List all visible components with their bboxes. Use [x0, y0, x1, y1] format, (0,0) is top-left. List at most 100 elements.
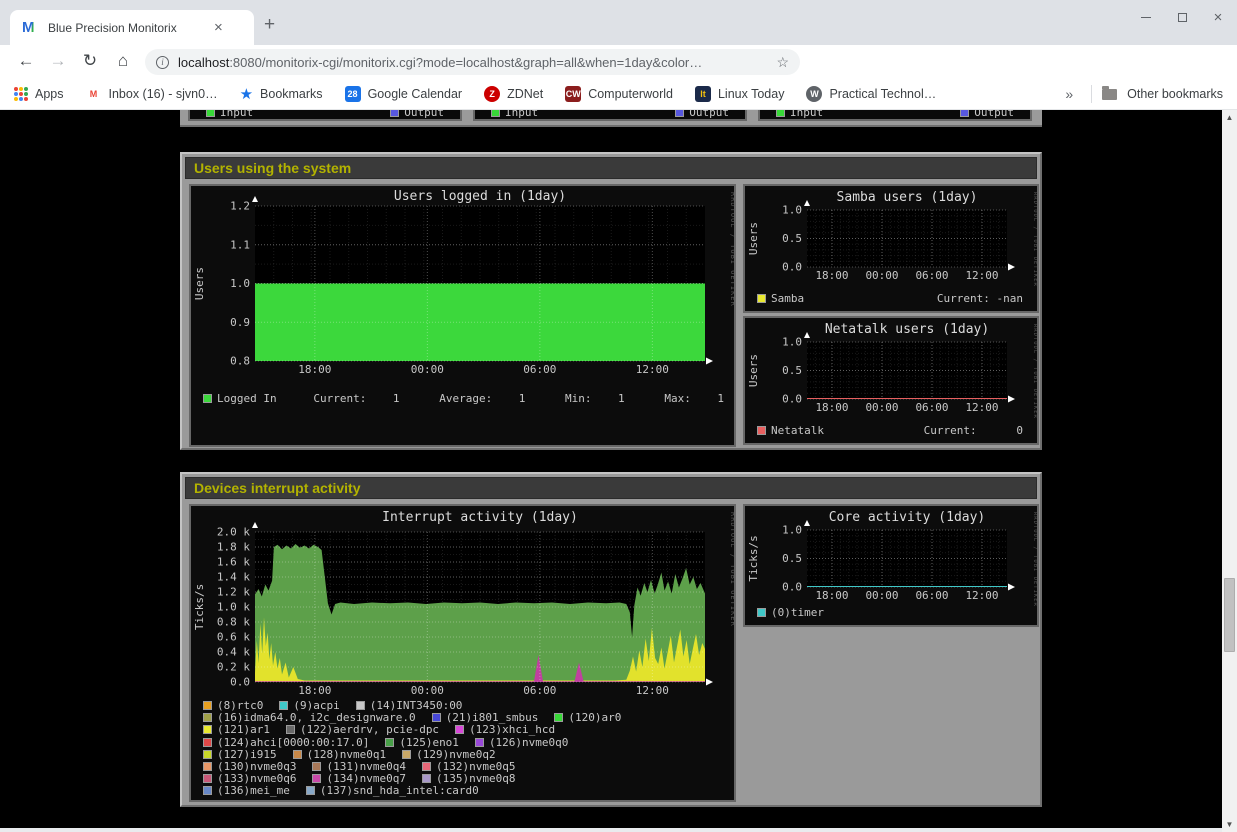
legend-swatch [390, 110, 399, 117]
bookmark-google-calendar[interactable]: 28Google Calendar [345, 86, 463, 102]
bookmark-zdnet-label: ZDNet [507, 87, 543, 101]
svg-text:00:00: 00:00 [411, 684, 444, 697]
legend-swatch [776, 110, 785, 117]
svg-text:18:00: 18:00 [815, 269, 848, 282]
bookmark-computerworld[interactable]: CWComputerworld [565, 86, 673, 102]
interrupt-legend-row: (121)ar1(122)aerdrv, pcie-dpc(123)xhci_h… [203, 724, 726, 736]
reload-button[interactable]: ↻ [77, 48, 103, 74]
legend-swatch [203, 750, 212, 759]
scrollbar-up-icon[interactable]: ▲ [1222, 110, 1237, 125]
legend-swatch [206, 110, 215, 117]
bookmark-apps-label: Apps [35, 87, 64, 101]
legend-item: (120)ar0 [554, 712, 621, 724]
svg-text:RRDTOOL / TOBI OETIKER: RRDTOOL / TOBI OETIKER [1032, 512, 1037, 606]
svg-text:Samba users (1day): Samba users (1day) [837, 190, 978, 205]
legend-swatch [306, 786, 315, 795]
interrupt-activity-graph[interactable]: 18:0000:0006:0012:002.0 k1.8 k1.6 k1.4 k… [189, 504, 736, 802]
interrupt-activity-chart: 18:0000:0006:0012:002.0 k1.8 k1.6 k1.4 k… [191, 506, 734, 698]
forward-button[interactable]: → [45, 48, 71, 74]
network-graph-cutoff-1[interactable]: InputOutput [188, 110, 462, 121]
users-logged-in-graph[interactable]: 18:0000:0006:0012:001.21.11.00.90.8Users… [189, 184, 736, 447]
browser-tab[interactable]: M Blue Precision Monitorix × [10, 10, 254, 45]
cutoff-legend: InputOutput [760, 110, 1030, 119]
bookmarks-overflow-icon[interactable]: » [1065, 86, 1073, 102]
svg-text:0.8: 0.8 [230, 355, 250, 368]
bookmark-star-icon[interactable]: ☆ [776, 54, 789, 71]
svg-text:1.0: 1.0 [782, 336, 802, 349]
network-graph-cutoff-2[interactable]: InputOutput [473, 110, 747, 121]
legend-item: (122)aerdrv, pcie-dpc [286, 724, 439, 736]
bookmark-bookmarks[interactable]: ★Bookmarks [240, 85, 323, 103]
legend-swatch [279, 701, 288, 710]
svg-text:0.0: 0.0 [782, 393, 802, 406]
svg-text:0.5: 0.5 [782, 364, 802, 377]
svg-text:Core activity (1day): Core activity (1day) [829, 510, 986, 525]
svg-text:00:00: 00:00 [411, 363, 444, 376]
legend-item: Netatalk [757, 424, 824, 437]
page-scrollbar[interactable]: ▲ ▼ [1222, 110, 1237, 832]
bookmark-practical-technology[interactable]: WPractical Technol… [806, 86, 936, 102]
cutoff-legend: InputOutput [190, 110, 460, 119]
samba-users-graph[interactable]: 18:0000:0006:0012:001.00.50.0Samba users… [743, 184, 1039, 313]
core-activity-graph[interactable]: 18:0000:0006:0012:001.00.50.0Core activi… [743, 504, 1039, 627]
bookmark-inbox[interactable]: MInbox (16) - sjvn0… [86, 86, 218, 102]
bookmark-practical-technology-label: Practical Technol… [829, 87, 936, 101]
bookmark-zdnet[interactable]: ZZDNet [484, 86, 543, 102]
maximize-button[interactable] [1171, 6, 1193, 28]
address-bar[interactable]: i localhost:8080/monitorix-cgi/monitorix… [145, 49, 800, 75]
svg-text:RRDTOOL / TOBI OETIKER: RRDTOOL / TOBI OETIKER [1032, 192, 1037, 286]
bookmarks-bar: Apps MInbox (16) - sjvn0… ★Bookmarks 28Goog… [0, 78, 1237, 110]
bookmark-apps[interactable]: Apps [14, 87, 64, 101]
section-users-title: Users using the system [185, 157, 1037, 179]
legend-swatch [286, 725, 295, 734]
interrupt-legend-row: (124)ahci[0000:00:17.0](125)eno1(126)nvm… [203, 737, 726, 749]
folder-icon [1102, 89, 1117, 100]
svg-text:06:00: 06:00 [915, 589, 948, 602]
scrollbar-thumb[interactable] [1224, 578, 1235, 652]
new-tab-button[interactable]: + [264, 14, 275, 36]
bookmark-bookmarks-label: Bookmarks [260, 87, 323, 101]
legend-swatch [422, 774, 431, 783]
svg-text:Users: Users [747, 354, 760, 387]
svg-text:1.0: 1.0 [782, 524, 802, 537]
site-info-icon[interactable]: i [156, 56, 169, 69]
svg-text:1.2: 1.2 [230, 200, 250, 213]
legend-item: (0)timer [757, 606, 824, 619]
legend-swatch [203, 394, 212, 403]
browser-window: M Blue Precision Monitorix × + × ← → ↻ ⌂… [0, 0, 1237, 832]
scrollbar-down-icon[interactable]: ▼ [1222, 817, 1237, 832]
samba-legend: SambaCurrent: -nan [757, 292, 1023, 305]
section-interrupts: Devices interrupt activity 18:0000:0006:… [180, 472, 1042, 807]
svg-text:2.0 k: 2.0 k [217, 526, 250, 539]
back-button[interactable]: ← [13, 48, 39, 74]
samba-users-chart: 18:0000:0006:0012:001.00.50.0Samba users… [745, 186, 1037, 286]
svg-text:1.1: 1.1 [230, 238, 250, 251]
network-graphs-cutoff: InputOutput InputOutput InputOutput [180, 110, 1042, 127]
network-graph-cutoff-3[interactable]: InputOutput [758, 110, 1032, 121]
tab-close-icon[interactable]: × [214, 19, 223, 36]
svg-text:00:00: 00:00 [865, 589, 898, 602]
window-bottom-edge [0, 828, 1222, 832]
svg-text:0.9: 0.9 [230, 316, 250, 329]
svg-text:1.2 k: 1.2 k [217, 586, 250, 599]
svg-text:RRDTOOL / TOBI OETIKER: RRDTOOL / TOBI OETIKER [729, 192, 734, 307]
legend-swatch [312, 762, 321, 771]
svg-text:0.6 k: 0.6 k [217, 631, 250, 644]
minimize-button[interactable] [1135, 6, 1157, 28]
home-button[interactable]: ⌂ [110, 48, 136, 74]
users-legend-stats: Current: 1 Average: 1 Min: 1 Max: 1 [313, 392, 724, 405]
monitorix-favicon-icon: M [22, 19, 40, 36]
other-bookmarks-button[interactable]: Other bookmarks [1127, 87, 1223, 101]
legend-swatch [203, 786, 212, 795]
close-window-button[interactable]: × [1207, 6, 1229, 28]
legend-current-value: Current: 0 [924, 424, 1023, 437]
legend-swatch [757, 608, 766, 617]
svg-text:Users: Users [193, 267, 206, 300]
interrupt-legend-row: (16)idma64.0, i2c_designware.0(21)i801_s… [203, 712, 726, 724]
svg-text:0.5: 0.5 [782, 232, 802, 245]
legend-item: (126)nvme0q0 [475, 737, 568, 749]
legend-swatch [293, 750, 302, 759]
bookmark-linux-today[interactable]: ltLinux Today [695, 86, 785, 102]
netatalk-users-graph[interactable]: 18:0000:0006:0012:001.00.50.0Netatalk us… [743, 316, 1039, 445]
legend-item: (136)mei_me [203, 785, 290, 797]
